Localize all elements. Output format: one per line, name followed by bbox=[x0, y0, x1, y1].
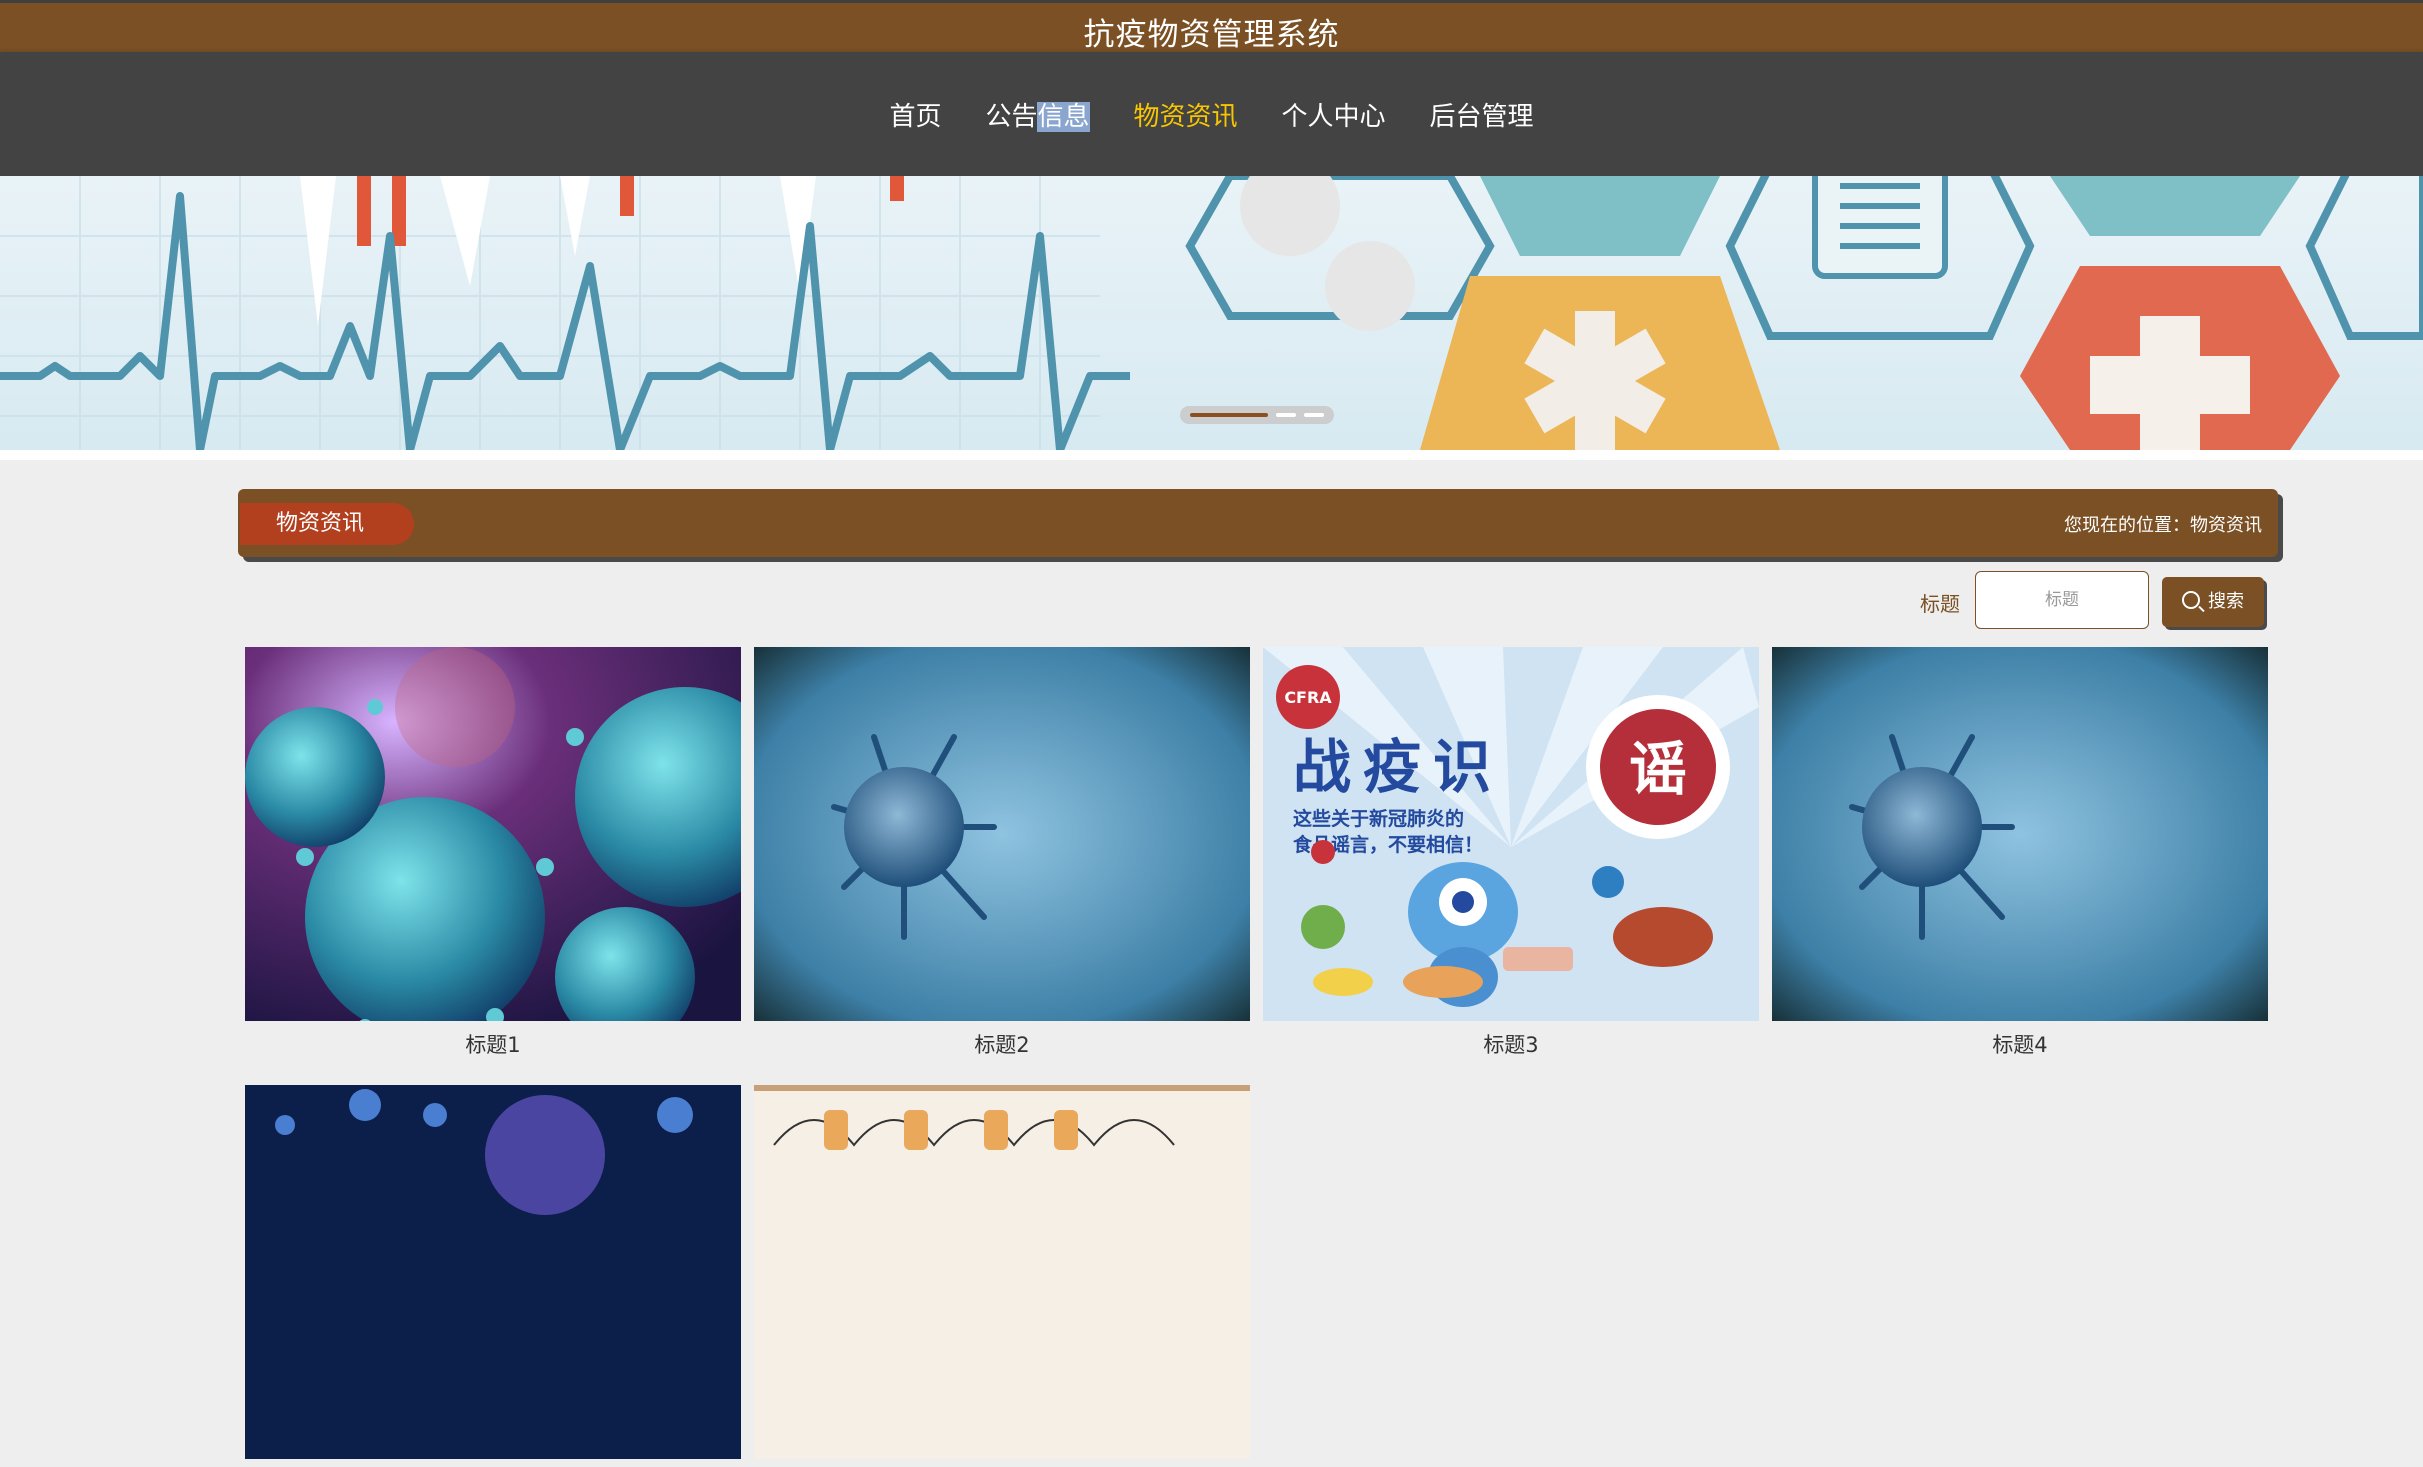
news-card-title[interactable]: 标题1 bbox=[245, 1029, 741, 1059]
news-card[interactable] bbox=[245, 1085, 741, 1467]
banner-carousel[interactable] bbox=[0, 176, 2423, 450]
nav-item-personal-center[interactable]: 个人中心 bbox=[1280, 92, 1388, 137]
news-card[interactable] bbox=[754, 1085, 1250, 1467]
news-card-image-poster[interactable]: CFRA 战 疫 识 谣 这些关于新冠肺炎的 食品谣言，不要相信！ bbox=[1263, 647, 1759, 1021]
news-card[interactable]: 标题1 bbox=[245, 647, 741, 1059]
news-card[interactable]: 标题2 bbox=[754, 647, 1250, 1059]
nav-item-label-selected-text: 信息 bbox=[1037, 102, 1090, 132]
news-card[interactable]: CFRA 战 疫 识 谣 这些关于新冠肺炎的 食品谣言，不要相信！ 标题3 bbox=[1263, 647, 1759, 1059]
section-title: 物资资讯 bbox=[240, 503, 414, 545]
poster-headline-3: 识 bbox=[1433, 733, 1491, 801]
carousel-indicators bbox=[1180, 406, 1334, 424]
nav-item-label-part: 公告 bbox=[985, 102, 1038, 132]
site-title: 抗疫物资管理系统 bbox=[1083, 17, 1340, 53]
news-card-image-virus[interactable] bbox=[754, 647, 1250, 1021]
breadcrumb-current[interactable]: 物资资讯 bbox=[2190, 515, 2262, 536]
site-title-bar: 抗疫物资管理系统 bbox=[0, 0, 2423, 53]
breadcrumb-prefix: 您现在的位置： bbox=[2064, 515, 2190, 536]
news-card-title[interactable]: 标题3 bbox=[1263, 1029, 1759, 1059]
poster-line-1: 这些关于新冠肺炎的 bbox=[1293, 807, 1464, 830]
carousel-dot-3[interactable] bbox=[1304, 413, 1324, 417]
poster-stamp: 谣 bbox=[1629, 735, 1687, 803]
search-button[interactable]: 搜索 bbox=[2162, 577, 2264, 627]
news-card[interactable]: 标题4 bbox=[1772, 647, 2268, 1059]
news-card-title[interactable]: 标题4 bbox=[1772, 1029, 2268, 1059]
poster-org-logo: CFRA bbox=[1284, 688, 1332, 707]
search-icon bbox=[2182, 591, 2200, 609]
search-input[interactable] bbox=[1975, 571, 2149, 629]
news-card-image-virus[interactable] bbox=[1772, 647, 2268, 1021]
poster-headline-1: 战 bbox=[1293, 733, 1351, 801]
news-card-image-coronavirus[interactable] bbox=[245, 647, 741, 1021]
nav-item-supply-news[interactable]: 物资资讯 bbox=[1132, 92, 1240, 137]
breadcrumb: 您现在的位置：物资资讯 bbox=[2064, 511, 2262, 537]
search-label: 标题 bbox=[1920, 592, 1960, 616]
main-nav: 首页 公告信息 物资资讯 个人中心 后台管理 bbox=[0, 52, 2423, 176]
nav-item-announcements[interactable]: 公告信息 bbox=[983, 92, 1091, 137]
news-card-image-hand-drawn[interactable] bbox=[754, 1085, 1250, 1459]
news-card-title[interactable]: 标题2 bbox=[754, 1029, 1250, 1059]
news-card-image-virus-dark[interactable] bbox=[245, 1085, 741, 1459]
carousel-dot-2[interactable] bbox=[1276, 413, 1296, 417]
poster-headline-2: 疫 bbox=[1363, 733, 1421, 801]
search-button-label: 搜索 bbox=[2208, 591, 2244, 612]
nav-item-admin[interactable]: 后台管理 bbox=[1428, 92, 1536, 137]
carousel-dot-1[interactable] bbox=[1190, 413, 1268, 417]
nav-item-home[interactable]: 首页 bbox=[887, 92, 943, 137]
banner-divider bbox=[0, 450, 2423, 460]
section-header: 物资资讯 您现在的位置：物资资讯 bbox=[238, 489, 2278, 557]
